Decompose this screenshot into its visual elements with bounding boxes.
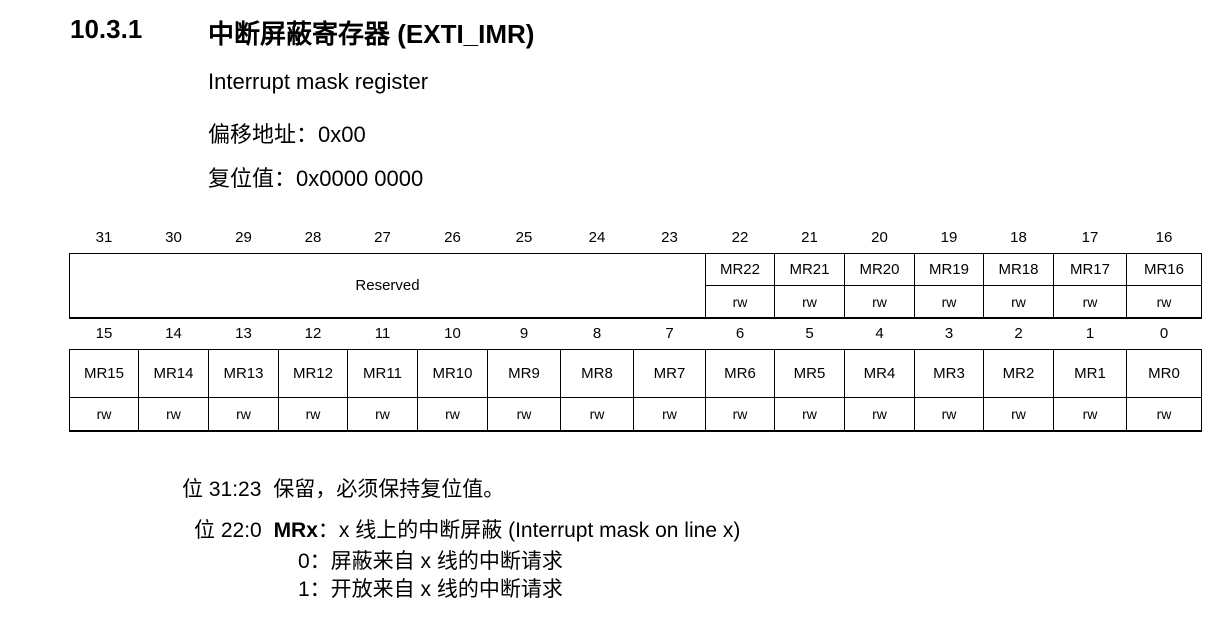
bits-22-0-text: ：x 线上的中断屏蔽 (Interrupt mask on line x) (317, 519, 741, 542)
bits-22-0-field: MRx (273, 519, 318, 542)
field-name: MR15 (69, 349, 139, 398)
bit-number: 26 (444, 228, 461, 246)
bit-number: 6 (735, 324, 745, 342)
field-access: rw (983, 397, 1054, 432)
bit-number: 17 (1081, 228, 1099, 246)
register-bits-31-16: 31 30 29 28 27 26 25 24 23 22 21 20 19 1… (69, 221, 1202, 319)
bit-number: 2 (1014, 324, 1023, 342)
bit-number: 31 (95, 228, 113, 246)
field-name: MR19 (914, 253, 984, 286)
field-name: MR8 (560, 349, 634, 398)
register-offset: 偏移地址：0x00 (208, 122, 366, 147)
field-access: rw (69, 397, 139, 432)
field-name: MR17 (1053, 253, 1127, 286)
field-name: MR11 (347, 349, 418, 398)
field-name: MR10 (417, 349, 488, 398)
bit-number: 30 (165, 228, 182, 246)
field-name: MR6 (705, 349, 775, 398)
field-access: rw (914, 285, 984, 319)
field-access: rw (1126, 397, 1202, 432)
bit-number: 14 (165, 324, 182, 342)
field-access: rw (774, 397, 845, 432)
bit-number: 7 (665, 324, 674, 342)
field-access: rw (844, 397, 915, 432)
bit-number: 24 (588, 228, 606, 246)
field-access: rw (705, 285, 775, 319)
bit-number: 8 (592, 324, 602, 342)
bit-number: 25 (515, 228, 533, 246)
reserved-field: Reserved (69, 253, 706, 319)
field-access: rw (774, 285, 845, 319)
bit-number: 19 (940, 228, 958, 246)
field-name: MR3 (914, 349, 984, 398)
bits-31-23-text: 保留，必须保持复位值。 (273, 478, 505, 501)
bits-22-0-description: 位 22:0 MRx：x 线上的中断屏蔽 (Interrupt mask on … (194, 514, 740, 544)
field-name: MR4 (844, 349, 915, 398)
bit-number: 23 (661, 228, 678, 246)
bits-22-0-label: 位 22:0 (194, 519, 262, 542)
field-access: rw (347, 397, 418, 432)
bit-number: 27 (374, 228, 391, 246)
field-name: MR0 (1126, 349, 1202, 398)
bit-number: 13 (235, 324, 252, 342)
bit-number: 18 (1010, 228, 1027, 246)
field-access: rw (417, 397, 488, 432)
bit-number: 4 (875, 324, 884, 342)
bit-number: 22 (731, 228, 749, 246)
register-bits-15-0: 15 14 13 12 11 10 9 8 7 6 5 4 3 2 1 0 MR… (69, 317, 1202, 432)
bits-31-23-label: 位 31:23 (182, 478, 262, 501)
field-name: MR13 (208, 349, 279, 398)
field-access: rw (844, 285, 915, 319)
bit-number: 21 (801, 228, 818, 246)
field-name: MR9 (487, 349, 561, 398)
field-name: MR22 (705, 253, 775, 286)
bit-number: 15 (95, 324, 113, 342)
field-name: MR14 (138, 349, 209, 398)
field-name: MR20 (844, 253, 915, 286)
bit-number: 11 (374, 324, 391, 342)
field-access: rw (1053, 397, 1127, 432)
field-access: rw (278, 397, 348, 432)
field-name: MR18 (983, 253, 1054, 286)
bit-number: 5 (805, 324, 814, 342)
field-name: MR16 (1126, 253, 1202, 286)
field-access: rw (983, 285, 1054, 319)
field-access: rw (487, 397, 561, 432)
field-access: rw (560, 397, 634, 432)
field-access: rw (914, 397, 984, 432)
field-access: rw (705, 397, 775, 432)
bit-number: 0 (1159, 324, 1169, 342)
value-1-description: 1：开放来自 x 线的中断请求 (298, 578, 563, 601)
field-access: rw (1126, 285, 1202, 319)
register-name: Interrupt mask register (208, 69, 429, 94)
section-number: 10.3.1 (70, 14, 143, 44)
bit-number: 12 (304, 324, 322, 342)
bits-31-23-description: 位 31:23 保留，必须保持复位值。 (182, 473, 504, 503)
value-0-description: 0：屏蔽来自 x 线的中断请求 (298, 550, 563, 573)
field-access: rw (1053, 285, 1127, 319)
bit-number: 20 (871, 228, 888, 246)
field-name: MR5 (774, 349, 845, 398)
bit-number: 28 (304, 228, 322, 246)
bit-number: 9 (519, 324, 529, 342)
field-name: MR12 (278, 349, 348, 398)
bit-number: 16 (1155, 228, 1173, 246)
section-title: 中断屏蔽寄存器 (EXTI_IMR) (208, 19, 535, 49)
register-reset-value: 复位值：0x0000 0000 (208, 166, 424, 191)
field-access: rw (208, 397, 279, 432)
field-name: MR7 (633, 349, 706, 398)
bit-number: 10 (444, 324, 461, 342)
field-access: rw (633, 397, 706, 432)
field-name: MR2 (983, 349, 1054, 398)
field-access: rw (138, 397, 209, 432)
field-name: MR1 (1053, 349, 1127, 398)
bit-number: 29 (235, 228, 252, 246)
bit-number: 1 (1085, 324, 1095, 342)
bit-number: 3 (944, 324, 954, 342)
field-name: MR21 (774, 253, 845, 286)
